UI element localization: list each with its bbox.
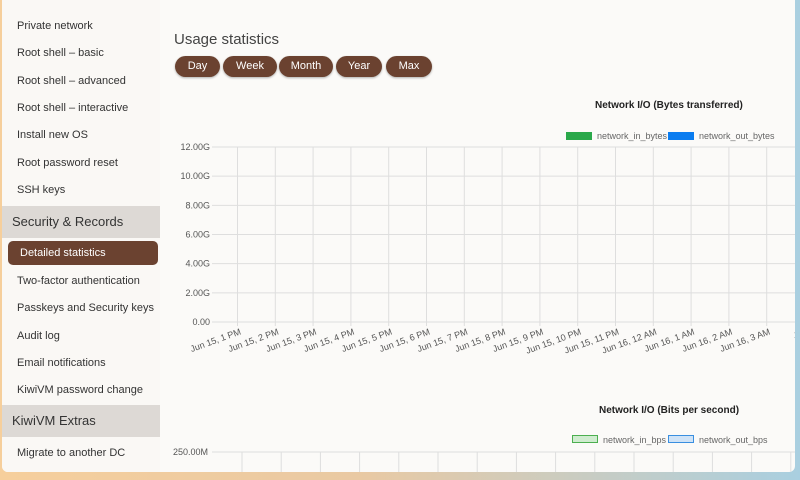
y-tick-label: 12.00G bbox=[180, 142, 210, 152]
sidebar-item-password-change[interactable]: KiwiVM password change bbox=[17, 384, 143, 396]
chart1-title: Network I/O (Bytes transferred) bbox=[595, 100, 743, 111]
sidebar: Private network Root shell – basic Root … bbox=[2, 0, 160, 472]
sidebar-item-email-notifications[interactable]: Email notifications bbox=[17, 357, 106, 369]
sidebar-item-root-shell-advanced[interactable]: Root shell – advanced bbox=[17, 75, 126, 87]
range-month-button[interactable]: Month bbox=[279, 56, 333, 77]
x-tick-label: Jun bbox=[792, 326, 795, 340]
y-tick-label: 250.00M bbox=[173, 447, 208, 457]
y-tick-label: 0.00 bbox=[192, 317, 210, 327]
sidebar-item-migrate-dc[interactable]: Migrate to another DC bbox=[17, 447, 125, 459]
range-max-button[interactable]: Max bbox=[386, 56, 432, 77]
sidebar-item-root-shell-basic[interactable]: Root shell – basic bbox=[17, 47, 104, 59]
y-tick-label: 6.00G bbox=[185, 230, 210, 240]
sidebar-item-audit-log[interactable]: Audit log bbox=[17, 330, 60, 342]
y-tick-label: 8.00G bbox=[185, 200, 210, 210]
legend-swatch-in-bytes bbox=[566, 132, 592, 140]
y-tick-label: 4.00G bbox=[185, 259, 210, 269]
sidebar-item-passkeys[interactable]: Passkeys and Security keys bbox=[17, 302, 154, 314]
legend-swatch-out-bytes bbox=[668, 132, 694, 140]
sidebar-item-private-network[interactable]: Private network bbox=[17, 20, 93, 32]
chart2-title: Network I/O (Bits per second) bbox=[599, 405, 740, 416]
app-window: Private network Root shell – basic Root … bbox=[2, 0, 795, 472]
sidebar-item-detailed-statistics[interactable]: Detailed statistics bbox=[8, 241, 158, 265]
sidebar-section-security: Security & Records bbox=[2, 206, 160, 238]
range-year-button[interactable]: Year bbox=[336, 56, 382, 77]
chart2-bits-per-second: 250.00M bbox=[173, 447, 795, 472]
sidebar-item-root-password-reset[interactable]: Root password reset bbox=[17, 157, 118, 169]
sidebar-section-extras: KiwiVM Extras bbox=[2, 405, 160, 437]
chart1-bytes-transferred: 0.002.00G4.00G6.00G8.00G10.00G12.00GJun … bbox=[180, 142, 795, 356]
page-title: Usage statistics bbox=[174, 31, 280, 48]
sidebar-item-install-os[interactable]: Install new OS bbox=[17, 129, 88, 141]
range-day-button[interactable]: Day bbox=[175, 56, 220, 77]
sidebar-item-ssh-keys[interactable]: SSH keys bbox=[17, 184, 65, 196]
y-tick-label: 10.00G bbox=[180, 171, 210, 181]
sidebar-item-two-factor[interactable]: Two-factor authentication bbox=[17, 275, 140, 287]
main-content: Usage statistics Day Week Month Year Max… bbox=[160, 0, 795, 472]
sidebar-item-root-shell-interactive[interactable]: Root shell – interactive bbox=[17, 102, 128, 114]
y-tick-label: 2.00G bbox=[185, 288, 210, 298]
range-week-button[interactable]: Week bbox=[223, 56, 277, 77]
